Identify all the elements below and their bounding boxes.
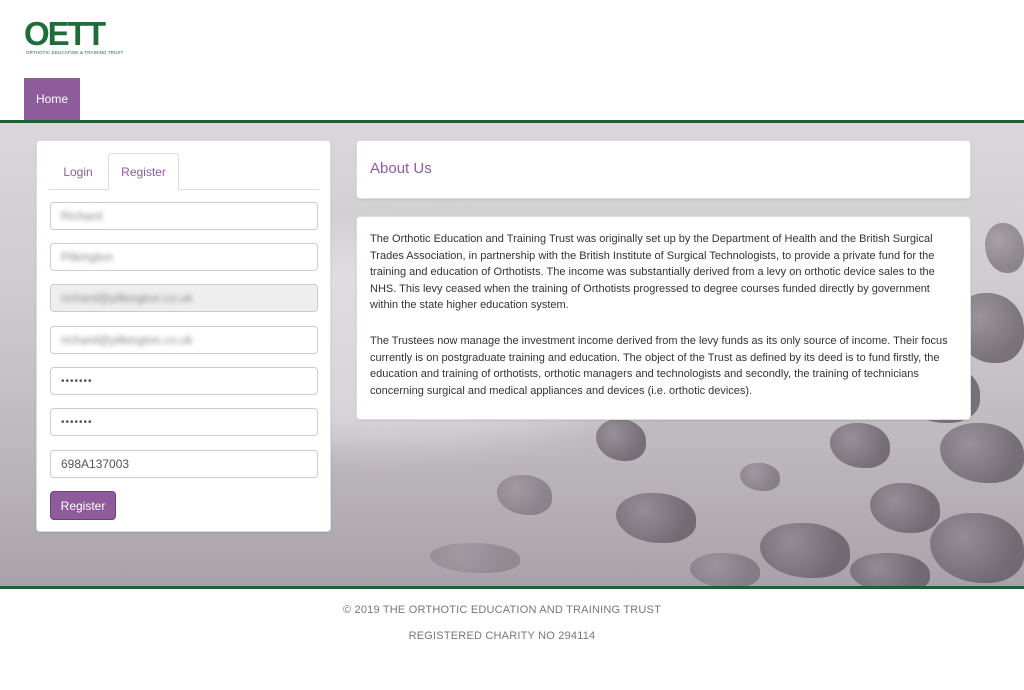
tab-register[interactable]: Register	[108, 153, 179, 191]
site-logo[interactable]: OETT ORTHOTIC EDUCATION & TRAINING TRUST	[24, 15, 144, 59]
membership-code-field[interactable]: 698A137003	[50, 450, 318, 478]
email-field[interactable]: richard@pilkington.co.uk	[50, 326, 318, 354]
about-paragraph-2: The Trustees now manage the investment i…	[370, 335, 948, 397]
email-readonly-field: richard@pilkington.co.uk	[50, 284, 318, 312]
about-header-panel: About Us	[356, 140, 971, 199]
first-name-value: Richard	[61, 209, 103, 223]
logo-wordmark: OETT	[24, 15, 106, 52]
footer-divider	[0, 586, 1024, 589]
confirm-password-field[interactable]: •••••••	[50, 408, 318, 436]
auth-tabs: Login Register	[49, 153, 319, 191]
last-name-field[interactable]: Pilkington	[50, 243, 318, 271]
membership-code-value: 698A137003	[61, 457, 130, 471]
email-readonly-value: richard@pilkington.co.uk	[61, 291, 193, 305]
password-field[interactable]: •••••••	[50, 367, 318, 395]
site-header: OETT ORTHOTIC EDUCATION & TRAINING TRUST…	[0, 0, 1024, 120]
logo-subtitle: ORTHOTIC EDUCATION & TRAINING TRUST	[26, 50, 124, 55]
register-panel: Login Register Richard Pilkington richar…	[36, 140, 331, 532]
confirm-password-value: •••••••	[61, 416, 93, 428]
footer-copyright: © 2019 THE ORTHOTIC EDUCATION AND TRAINI…	[342, 604, 661, 616]
first-name-field[interactable]: Richard	[50, 202, 318, 230]
about-body-panel: The Orthotic Education and Training Trus…	[356, 216, 971, 420]
register-button[interactable]: Register	[50, 491, 116, 520]
tab-login[interactable]: Login	[49, 153, 107, 190]
about-title: About Us	[370, 160, 432, 177]
email-value: richard@pilkington.co.uk	[61, 333, 193, 347]
last-name-value: Pilkington	[61, 250, 114, 264]
nav-home-tab[interactable]: Home	[24, 78, 80, 120]
about-paragraph-1: The Orthotic Education and Training Trus…	[370, 233, 935, 311]
footer-charity-number: REGISTERED CHARITY NO 294114	[408, 630, 596, 642]
password-value: •••••••	[61, 375, 93, 387]
